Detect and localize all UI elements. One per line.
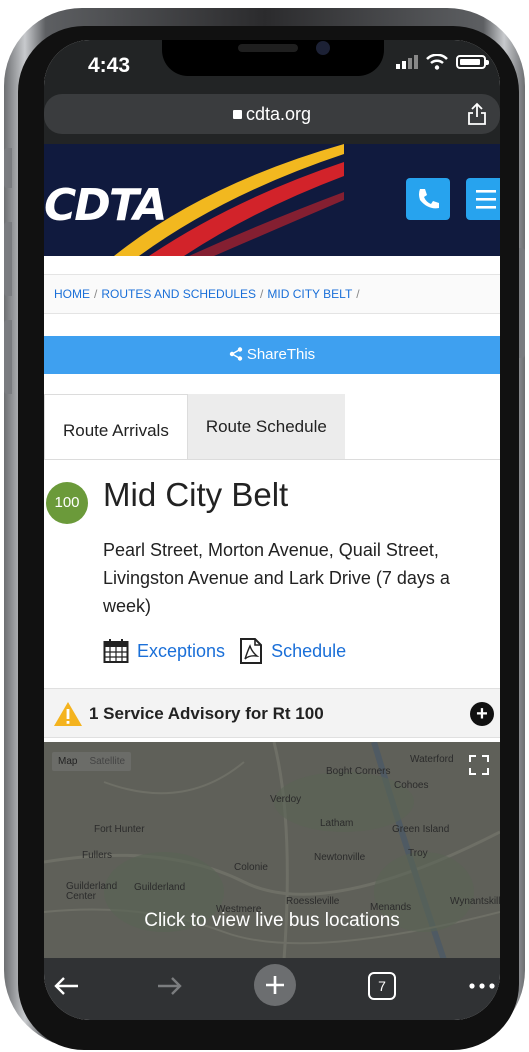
speaker bbox=[238, 44, 298, 52]
schedule-link[interactable]: Schedule bbox=[239, 638, 346, 664]
pdf-icon bbox=[240, 638, 263, 664]
route-title: Mid City Belt bbox=[103, 476, 289, 513]
route-header: 100 Mid City Belt bbox=[44, 474, 500, 536]
route-tabs: Route Arrivals Route Schedule bbox=[44, 394, 500, 460]
volume-down-button bbox=[4, 320, 12, 394]
map-label: Boght Corners bbox=[326, 766, 391, 777]
status-icons bbox=[396, 54, 489, 70]
share-this-label: ShareThis bbox=[246, 346, 316, 363]
map-label: Guilderland bbox=[134, 882, 186, 893]
schedule-label: Schedule bbox=[271, 640, 347, 661]
phone-screen: 4:43 cdta.org CDTA HOME / ROUTES AND SCH… bbox=[44, 40, 500, 1020]
more-dots-icon bbox=[469, 983, 495, 989]
phone-icon bbox=[419, 189, 439, 209]
route-description: Pearl Street, Morton Avenue, Quail Stree… bbox=[103, 540, 450, 616]
map-label: Latham bbox=[320, 818, 354, 829]
map-type-toggle: Map Satellite bbox=[52, 752, 132, 771]
map-label: Cohoes bbox=[394, 780, 429, 791]
tab-route-arrivals[interactable]: Route Arrivals bbox=[44, 394, 188, 459]
breadcrumb-routes[interactable]: ROUTES AND SCHEDULES bbox=[101, 287, 256, 301]
arrow-right-icon bbox=[158, 977, 182, 995]
more-menu-button[interactable] bbox=[462, 964, 500, 1004]
map-type-map[interactable]: Map bbox=[52, 752, 83, 771]
arrow-left-icon bbox=[54, 977, 78, 995]
map-label: Troy bbox=[408, 848, 428, 859]
menu-button[interactable] bbox=[466, 178, 500, 220]
url-display: cdta.org bbox=[44, 104, 500, 125]
map-cta-text[interactable]: Click to view live bus locations bbox=[44, 910, 500, 932]
front-camera bbox=[316, 41, 330, 55]
map-label: Waterford bbox=[410, 754, 454, 765]
page-content: HOME / ROUTES AND SCHEDULES / MID CITY BELT /… bbox=[44, 256, 500, 738]
plus-icon bbox=[266, 976, 284, 994]
advisory-text: 1 Service Advisory for Rt 100 bbox=[89, 704, 324, 723]
share-this-bar[interactable]: ShareThis bbox=[44, 336, 500, 374]
map-label: Green Island bbox=[392, 824, 450, 835]
notch bbox=[162, 40, 384, 76]
calendar-icon bbox=[103, 639, 129, 663]
expand-advisory-icon[interactable]: + bbox=[470, 702, 494, 726]
site-header: CDTA bbox=[44, 144, 500, 256]
mute-switch bbox=[4, 148, 12, 188]
share-icon[interactable] bbox=[466, 102, 488, 126]
tab-switcher-button[interactable]: 7 bbox=[368, 972, 396, 1000]
map-label: Wynantskill bbox=[450, 896, 500, 907]
call-button[interactable] bbox=[406, 178, 450, 220]
map-type-satellite[interactable]: Satellite bbox=[83, 752, 131, 771]
route-links: Exceptions Schedule bbox=[103, 636, 500, 666]
map-label: Colonie bbox=[234, 862, 268, 873]
map-label: Guilderland Center bbox=[66, 881, 118, 902]
url-text: cdta.org bbox=[245, 104, 312, 124]
map-label: Roessleville bbox=[286, 896, 340, 907]
cdta-logo[interactable]: CDTA bbox=[44, 180, 167, 231]
hamburger-icon bbox=[476, 190, 496, 209]
tab-route-schedule[interactable]: Route Schedule bbox=[187, 394, 345, 459]
exceptions-link[interactable]: Exceptions bbox=[103, 638, 225, 664]
forward-button[interactable] bbox=[148, 966, 188, 1006]
lock-icon bbox=[232, 110, 242, 119]
wifi-icon bbox=[426, 54, 448, 70]
back-button[interactable] bbox=[48, 966, 88, 1006]
live-map[interactable]: Map Satellite Waterford Boght Corners Co… bbox=[44, 742, 500, 960]
map-label: Fort Hunter bbox=[94, 824, 145, 835]
breadcrumb: HOME / ROUTES AND SCHEDULES / MID CITY BELT / bbox=[44, 274, 500, 314]
map-label: Fullers bbox=[82, 850, 113, 861]
signal-icon bbox=[396, 55, 418, 69]
service-advisory-bar[interactable]: 1 Service Advisory for Rt 100 + bbox=[44, 688, 500, 738]
address-bar[interactable]: cdta.org bbox=[44, 94, 500, 134]
browser-top-chrome: 4:43 cdta.org bbox=[44, 40, 500, 144]
route-number-badge: 100 bbox=[46, 482, 88, 524]
battery-icon bbox=[456, 55, 489, 69]
browser-toolbar: 7 bbox=[44, 958, 500, 1020]
map-label: Newtonville bbox=[314, 852, 366, 863]
map-label: Verdoy bbox=[270, 794, 302, 805]
new-tab-button[interactable] bbox=[254, 964, 296, 1006]
status-time: 4:43 bbox=[88, 54, 131, 77]
share-nodes-icon bbox=[229, 347, 243, 361]
warning-icon bbox=[54, 702, 82, 726]
breadcrumb-current[interactable]: MID CITY BELT bbox=[267, 287, 352, 301]
volume-up-button bbox=[4, 222, 12, 296]
fullscreen-icon[interactable] bbox=[468, 754, 490, 776]
exceptions-label: Exceptions bbox=[137, 640, 226, 661]
breadcrumb-home[interactable]: HOME bbox=[54, 287, 90, 301]
